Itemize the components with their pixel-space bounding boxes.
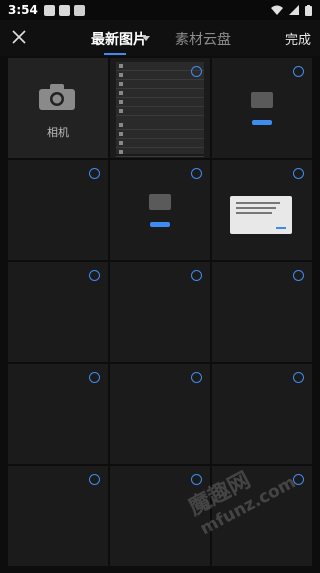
camera-tile[interactable]: 相机 — [8, 58, 108, 158]
wifi-icon — [271, 5, 283, 15]
gallery-notification-icon — [43, 4, 55, 16]
photo-tile[interactable] — [110, 262, 210, 362]
select-circle[interactable] — [293, 372, 304, 383]
image-placeholder-icon — [251, 92, 273, 108]
photo-tile[interactable] — [110, 466, 210, 566]
photo-tile[interactable] — [110, 364, 210, 464]
camera-icon — [39, 84, 75, 110]
photo-tile[interactable] — [8, 364, 108, 464]
photo-tile[interactable] — [110, 160, 210, 260]
status-bar: 3:54 — [0, 0, 320, 20]
image-placeholder-icon — [149, 194, 171, 210]
photo-tile[interactable] — [110, 58, 210, 158]
select-circle[interactable] — [293, 270, 304, 281]
tab-latest-photos[interactable]: 最新图片 — [91, 29, 147, 49]
photo-tile[interactable] — [8, 160, 108, 260]
select-circle[interactable] — [293, 66, 304, 77]
signal-icon — [289, 5, 299, 15]
select-circle[interactable] — [191, 168, 202, 179]
status-icons-left — [43, 4, 85, 16]
done-button[interactable]: 完成 — [285, 29, 311, 48]
select-circle[interactable] — [191, 372, 202, 383]
thumbnail-button — [252, 120, 272, 125]
battery-icon — [305, 4, 312, 16]
select-circle[interactable] — [293, 168, 304, 179]
file-list-thumbnail — [116, 62, 204, 157]
app-notification-icon — [73, 4, 85, 16]
chevron-down-icon[interactable] — [142, 36, 150, 41]
tab-material-cloud[interactable]: 素材云盘 — [175, 29, 231, 49]
photo-tile[interactable] — [212, 364, 312, 464]
select-circle[interactable] — [89, 474, 100, 485]
top-bar: 最新图片 素材云盘 完成 — [0, 20, 320, 56]
active-tab-indicator — [104, 53, 126, 55]
camera-label: 相机 — [47, 126, 69, 139]
close-button[interactable] — [8, 26, 30, 48]
select-circle[interactable] — [293, 474, 304, 485]
photo-tile[interactable] — [212, 262, 312, 362]
select-circle[interactable] — [89, 270, 100, 281]
select-circle[interactable] — [191, 474, 202, 485]
thumbnail-button — [150, 222, 170, 227]
photo-tile[interactable] — [8, 466, 108, 566]
select-circle[interactable] — [89, 168, 100, 179]
select-circle[interactable] — [191, 270, 202, 281]
select-circle[interactable] — [191, 66, 202, 77]
photo-tile[interactable] — [8, 262, 108, 362]
select-circle[interactable] — [89, 372, 100, 383]
dialog-thumbnail — [230, 196, 292, 234]
status-icons-right — [271, 4, 312, 16]
photo-tile[interactable] — [212, 58, 312, 158]
photo-tile[interactable] — [212, 160, 312, 260]
photo-tile[interactable] — [212, 466, 312, 566]
text-notification-icon — [58, 4, 70, 16]
close-icon — [12, 30, 26, 44]
status-time: 3:54 — [8, 3, 38, 17]
